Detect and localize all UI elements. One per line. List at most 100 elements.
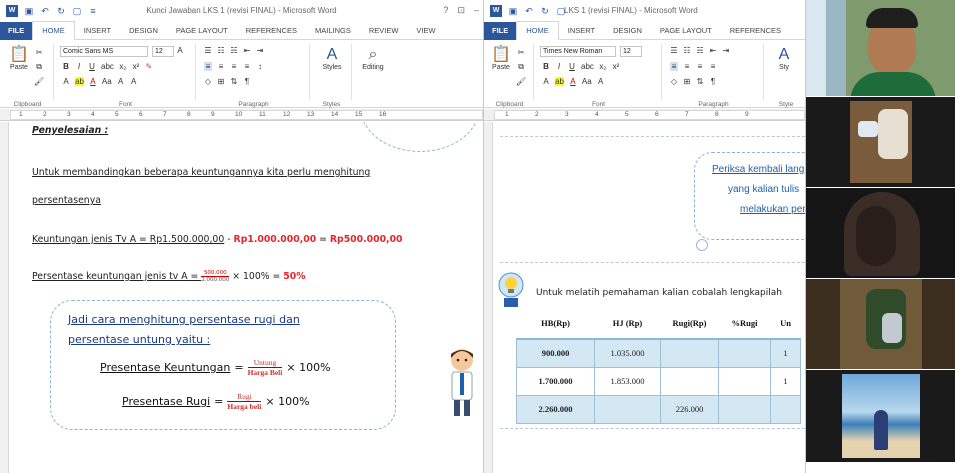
font-size-select[interactable]: 12 bbox=[152, 46, 174, 57]
numbering-icon[interactable]: ☷ bbox=[217, 46, 225, 55]
borders-icon[interactable]: ⊞ bbox=[683, 77, 691, 86]
participant-video-3[interactable] bbox=[806, 188, 955, 278]
bullets-icon[interactable]: ☰ bbox=[670, 46, 678, 55]
strikethrough-icon[interactable]: abc bbox=[101, 62, 114, 71]
tab-home[interactable]: HOME bbox=[516, 21, 559, 40]
align-center-icon[interactable]: ≡ bbox=[217, 62, 225, 71]
new-document-icon[interactable]: ▢ bbox=[72, 6, 82, 16]
font-color-icon[interactable]: A bbox=[569, 77, 577, 86]
grow-text-icon[interactable]: A bbox=[597, 77, 605, 86]
underline-icon[interactable]: U bbox=[568, 62, 576, 71]
bold-icon[interactable]: B bbox=[542, 62, 550, 71]
justify-icon[interactable]: ≡ bbox=[243, 62, 251, 71]
font-name-select[interactable]: Times New Roman bbox=[540, 46, 616, 57]
font-color-icon[interactable]: A bbox=[89, 77, 97, 86]
strikethrough-icon[interactable]: abc bbox=[581, 62, 594, 71]
save-icon[interactable]: ▣ bbox=[508, 6, 518, 16]
shading-icon[interactable]: ◇ bbox=[204, 77, 212, 86]
tab-view[interactable]: VIEW bbox=[407, 22, 444, 40]
sort-icon[interactable]: ⇅ bbox=[230, 77, 238, 86]
align-left-icon[interactable]: ≡ bbox=[670, 62, 678, 71]
multilevel-list-icon[interactable]: ☵ bbox=[696, 46, 704, 55]
font-size-select[interactable]: 12 bbox=[620, 46, 642, 57]
document-page[interactable]: Periksa kembali lang yang kalian tulis m… bbox=[484, 122, 805, 473]
styles-button[interactable]: A Sty bbox=[770, 46, 798, 71]
paste-button[interactable]: 📋 Paste bbox=[490, 46, 512, 71]
participant-video-4[interactable] bbox=[806, 279, 955, 369]
tab-file[interactable]: FILE bbox=[484, 21, 517, 40]
line-spacing-icon[interactable]: ↕ bbox=[256, 62, 264, 71]
tab-page-layout[interactable]: PAGE LAYOUT bbox=[167, 22, 237, 40]
tab-review[interactable]: REVIEW bbox=[360, 22, 408, 40]
highlight-icon[interactable]: ab bbox=[555, 77, 564, 86]
undo-icon[interactable]: ↶ bbox=[524, 6, 534, 16]
paste-button[interactable]: 📋 Paste bbox=[8, 46, 30, 71]
horizontal-ruler[interactable]: 1 2 3 4 5 6 7 8 9 10 11 12 13 14 15 16 bbox=[0, 109, 483, 121]
grow-text-icon[interactable]: A bbox=[117, 77, 125, 86]
grow-font-icon[interactable]: A bbox=[176, 46, 184, 55]
editing-button[interactable]: ⌕ Editing bbox=[358, 46, 388, 71]
minimize-icon[interactable]: – bbox=[474, 5, 479, 16]
tab-page-layout[interactable]: PAGE LAYOUT bbox=[651, 22, 721, 40]
shading-icon[interactable]: ◇ bbox=[670, 77, 678, 86]
redo-icon[interactable]: ↻ bbox=[56, 6, 66, 16]
participant-video-1[interactable] bbox=[806, 0, 955, 96]
decrease-indent-icon[interactable]: ⇤ bbox=[709, 46, 717, 55]
vertical-ruler[interactable] bbox=[0, 122, 9, 473]
tab-insert[interactable]: INSERT bbox=[75, 22, 120, 40]
styles-button[interactable]: A Styles bbox=[318, 46, 346, 71]
tab-design[interactable]: DESIGN bbox=[604, 22, 651, 40]
customize-qat-icon[interactable]: ≡ bbox=[88, 6, 98, 16]
format-painter-icon[interactable]: 🖌 bbox=[34, 77, 44, 86]
tab-mailings[interactable]: MAILINGS bbox=[306, 22, 360, 40]
copy-icon[interactable]: ⧉ bbox=[516, 62, 526, 72]
show-formatting-icon[interactable]: ¶ bbox=[709, 77, 717, 86]
superscript-icon[interactable]: x² bbox=[132, 62, 140, 71]
highlight-icon[interactable]: ab bbox=[75, 77, 84, 86]
italic-icon[interactable]: I bbox=[75, 62, 83, 71]
redo-icon[interactable]: ↻ bbox=[540, 6, 550, 16]
numbering-icon[interactable]: ☷ bbox=[683, 46, 691, 55]
multilevel-list-icon[interactable]: ☵ bbox=[230, 46, 238, 55]
change-case-icon[interactable]: Aa bbox=[102, 77, 112, 86]
align-center-icon[interactable]: ≡ bbox=[683, 62, 691, 71]
sort-icon[interactable]: ⇅ bbox=[696, 77, 704, 86]
save-icon[interactable]: ▣ bbox=[24, 6, 34, 16]
cut-icon[interactable]: ✂ bbox=[516, 48, 526, 57]
horizontal-ruler[interactable]: 1 2 3 4 5 6 7 8 9 bbox=[484, 109, 805, 121]
tab-references[interactable]: REFERENCES bbox=[237, 22, 306, 40]
bullets-icon[interactable]: ☰ bbox=[204, 46, 212, 55]
align-right-icon[interactable]: ≡ bbox=[230, 62, 238, 71]
vertical-ruler[interactable] bbox=[484, 122, 493, 473]
change-case-icon[interactable]: Aa bbox=[582, 77, 592, 86]
help-icon[interactable]: ? bbox=[443, 5, 448, 16]
tab-home[interactable]: HOME bbox=[32, 21, 75, 40]
decrease-indent-icon[interactable]: ⇤ bbox=[243, 46, 251, 55]
tab-design[interactable]: DESIGN bbox=[120, 22, 167, 40]
subscript-icon[interactable]: x₂ bbox=[119, 62, 127, 71]
participant-video-5[interactable] bbox=[806, 370, 955, 462]
increase-indent-icon[interactable]: ⇥ bbox=[722, 46, 730, 55]
bold-icon[interactable]: B bbox=[62, 62, 70, 71]
new-document-icon[interactable]: ▢ bbox=[556, 6, 566, 16]
text-effects-icon[interactable]: A bbox=[62, 77, 70, 86]
ribbon-display-icon[interactable]: ⊡ bbox=[457, 5, 465, 16]
undo-icon[interactable]: ↶ bbox=[40, 6, 50, 16]
format-painter-icon[interactable]: 🖌 bbox=[516, 77, 526, 86]
underline-icon[interactable]: U bbox=[88, 62, 96, 71]
tab-file[interactable]: FILE bbox=[0, 21, 33, 40]
increase-indent-icon[interactable]: ⇥ bbox=[256, 46, 264, 55]
shrink-text-icon[interactable]: A bbox=[130, 77, 138, 86]
superscript-icon[interactable]: x² bbox=[612, 62, 620, 71]
tab-insert[interactable]: INSERT bbox=[559, 22, 604, 40]
tab-references[interactable]: REFERENCES bbox=[721, 22, 790, 40]
show-formatting-icon[interactable]: ¶ bbox=[243, 77, 251, 86]
cut-icon[interactable]: ✂ bbox=[34, 48, 44, 57]
italic-icon[interactable]: I bbox=[555, 62, 563, 71]
borders-icon[interactable]: ⊞ bbox=[217, 77, 225, 86]
justify-icon[interactable]: ≡ bbox=[709, 62, 717, 71]
clear-format-icon[interactable]: ✎ bbox=[145, 62, 153, 71]
participant-video-2[interactable] bbox=[806, 97, 955, 187]
copy-icon[interactable]: ⧉ bbox=[34, 62, 44, 72]
subscript-icon[interactable]: x₂ bbox=[599, 62, 607, 71]
